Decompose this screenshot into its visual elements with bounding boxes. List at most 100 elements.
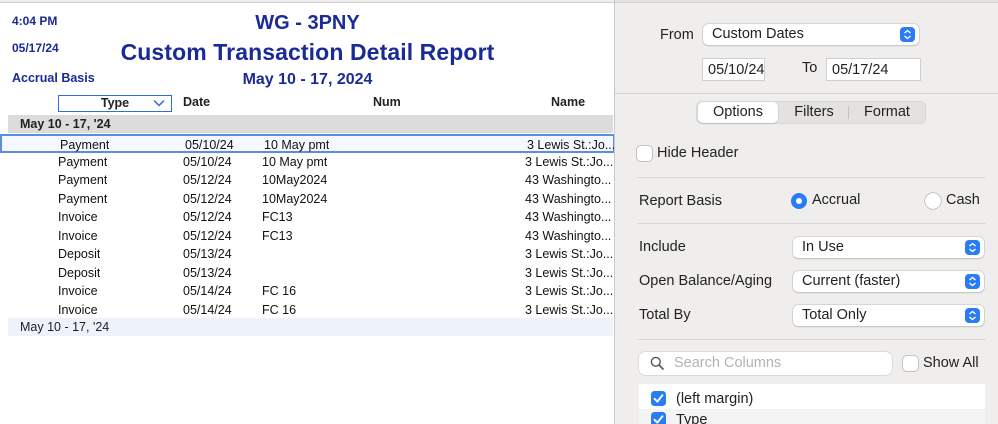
- num-cell: 10May2024: [262, 173, 328, 187]
- from-label: From: [660, 27, 694, 43]
- column-item-left-margin[interactable]: (left margin): [639, 388, 985, 409]
- include-dropdown-value: In Use: [802, 239, 844, 255]
- up-down-arrows-icon: [900, 27, 915, 42]
- company-name: WG - 3PNY: [255, 12, 360, 34]
- type-cell: Payment: [58, 154, 108, 169]
- table-row[interactable]: Deposit 05/13/24 3 Lewis St.:Jo...: [0, 245, 615, 264]
- start-date-value: 05/10/24: [708, 62, 765, 78]
- date-cell: 05/12/24: [183, 191, 232, 206]
- up-down-arrows-icon: [965, 240, 980, 255]
- date-cell: 05/14/24: [183, 284, 232, 298]
- accrual-label: Accrual: [812, 192, 861, 208]
- columns-list: (left margin) Type: [639, 384, 985, 424]
- num-cell: FC13: [262, 210, 293, 224]
- table-row[interactable]: Invoice 05/12/24 FC13 43 Washingto...: [0, 208, 615, 227]
- hide-header-checkbox[interactable]: [637, 146, 652, 161]
- type-cell: Payment: [58, 191, 108, 206]
- table-row[interactable]: Invoice 05/14/24 FC 16 3 Lewis St.:Jo...: [0, 301, 615, 320]
- type-cell: Payment: [60, 138, 110, 152]
- open-balance-aging-label: Open Balance/Aging: [639, 273, 773, 289]
- type-cell: Deposit: [58, 265, 101, 280]
- type-column-selector[interactable]: Type: [58, 95, 172, 112]
- num-cell: FC13: [262, 228, 293, 243]
- date-cell: 05/12/24: [183, 210, 232, 224]
- tab-options[interactable]: Options: [698, 102, 778, 123]
- section-divider: [637, 177, 986, 178]
- report-basis-label: Report Basis: [639, 193, 723, 209]
- type-cell: Invoice: [58, 228, 98, 243]
- start-date-field[interactable]: 05/10/24: [702, 58, 765, 81]
- column-type-checkbox[interactable]: [651, 412, 666, 424]
- checkmark-icon: [653, 394, 664, 403]
- date-cell: 05/10/24: [185, 138, 234, 152]
- options-tab-bar: Options Filters Format: [696, 101, 926, 124]
- date-column-header[interactable]: Date: [183, 95, 210, 109]
- section-divider: [615, 93, 998, 94]
- table-row[interactable]: Deposit 05/13/24 3 Lewis St.:Jo...: [0, 264, 615, 283]
- type-column-label: Type: [100, 96, 130, 110]
- open-balance-aging-dropdown[interactable]: Current (faster): [793, 271, 984, 292]
- up-down-arrows-icon: [965, 308, 980, 323]
- num-cell: 10May2024: [262, 191, 328, 206]
- column-left-margin-checkbox[interactable]: [651, 391, 666, 406]
- total-by-dropdown[interactable]: Total Only: [793, 305, 984, 326]
- total-by-label: Total By: [639, 307, 691, 323]
- top-border: [0, 0, 615, 3]
- name-column-header[interactable]: Name: [551, 95, 585, 109]
- from-dropdown-value: Custom Dates: [712, 26, 804, 42]
- section-divider: [637, 339, 986, 340]
- name-cell: 3 Lewis St.:Jo...: [527, 138, 615, 152]
- table-row[interactable]: Payment 05/10/24 10 May pmt 3 Lewis St.:Jo.…: [0, 153, 615, 172]
- table-row[interactable]: Invoice 05/14/24 FC 16 3 Lewis St.:Jo...: [0, 282, 615, 301]
- num-cell: FC 16: [262, 284, 297, 298]
- include-dropdown[interactable]: In Use: [793, 237, 984, 258]
- include-label: Include: [639, 239, 686, 255]
- cash-label: Cash: [946, 192, 980, 208]
- from-dropdown[interactable]: Custom Dates: [703, 24, 919, 45]
- top-border: [615, 0, 998, 3]
- num-cell: 10 May pmt: [262, 154, 328, 169]
- group-header: May 10 - 17, '24: [8, 115, 613, 133]
- group-header-label: May 10 - 17, '24: [20, 117, 111, 131]
- date-cell: 05/12/24: [183, 228, 232, 243]
- report-options-pane: From Custom Dates 05/10/24 To 05/17/24 O…: [615, 0, 998, 424]
- accrual-radio[interactable]: [791, 193, 807, 209]
- column-header-row: Type Date Num Name: [0, 94, 615, 113]
- search-icon: [650, 356, 664, 370]
- tab-filters[interactable]: Filters: [780, 101, 848, 124]
- report-date-range: May 10 - 17, 2024: [242, 71, 373, 88]
- checkmark-icon: [653, 415, 664, 424]
- date-cell: 05/13/24: [183, 247, 232, 261]
- table-row[interactable]: Payment 05/10/24 10 May pmt 3 Lewis St.:Jo.…: [0, 134, 615, 153]
- name-cell: 43 Washingto...: [525, 173, 612, 187]
- table-row[interactable]: Invoice 05/12/24 FC13 43 Washingto...: [0, 227, 615, 246]
- cash-radio[interactable]: [925, 193, 941, 209]
- date-cell: 05/14/24: [183, 302, 232, 317]
- name-cell: 43 Washingto...: [525, 228, 612, 243]
- end-date-field[interactable]: 05/17/24: [826, 58, 921, 81]
- section-divider: [637, 223, 986, 224]
- name-cell: 3 Lewis St.:Jo...: [525, 247, 613, 261]
- show-all-label: Show All: [923, 355, 979, 371]
- num-cell: FC 16: [262, 302, 297, 317]
- column-item-type[interactable]: Type: [639, 409, 985, 424]
- type-cell: Deposit: [58, 247, 101, 261]
- name-cell: 43 Washingto...: [525, 191, 612, 206]
- num-column-header[interactable]: Num: [373, 95, 401, 109]
- group-footer: May 10 - 17, '24: [8, 318, 613, 336]
- table-row[interactable]: Payment 05/12/24 10May2024 43 Washingto...: [0, 171, 615, 190]
- report-title: Custom Transaction Detail Report: [120, 39, 495, 65]
- num-cell: 10 May pmt: [264, 138, 330, 152]
- show-all-checkbox[interactable]: [903, 356, 918, 371]
- table-row[interactable]: Payment 05/12/24 10May2024 43 Washingto...: [0, 190, 615, 209]
- name-cell: 43 Washingto...: [525, 210, 612, 224]
- column-left-margin-label: (left margin): [676, 391, 754, 407]
- column-type-label: Type: [676, 412, 708, 424]
- search-columns-field[interactable]: Search Columns: [639, 352, 892, 375]
- tab-format[interactable]: Format: [849, 101, 925, 124]
- hide-header-label: Hide Header: [657, 145, 739, 161]
- date-cell: 05/13/24: [183, 265, 232, 280]
- type-cell: Invoice: [58, 210, 98, 224]
- date-cell: 05/12/24: [183, 173, 232, 187]
- to-label: To: [802, 60, 818, 76]
